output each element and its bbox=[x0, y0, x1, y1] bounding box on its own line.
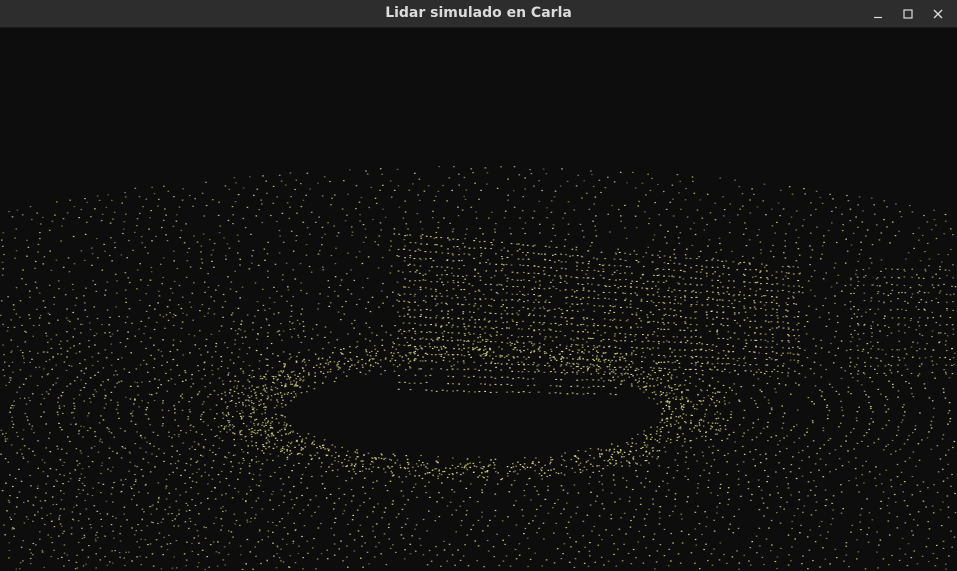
window-title: Lidar simulado en Carla bbox=[385, 5, 572, 21]
window-controls bbox=[863, 0, 953, 28]
title-bar[interactable]: Lidar simulado en Carla bbox=[0, 0, 957, 28]
lidar-point-cloud bbox=[0, 166, 957, 570]
close-button[interactable] bbox=[923, 2, 953, 26]
minimize-icon bbox=[874, 16, 882, 19]
lidar-viewport[interactable] bbox=[0, 29, 957, 571]
maximize-button[interactable] bbox=[893, 2, 923, 26]
application-window: Lidar simulado en Carla bbox=[0, 0, 957, 571]
minimize-button[interactable] bbox=[863, 2, 893, 26]
maximize-icon bbox=[903, 9, 913, 19]
close-icon bbox=[933, 9, 943, 19]
